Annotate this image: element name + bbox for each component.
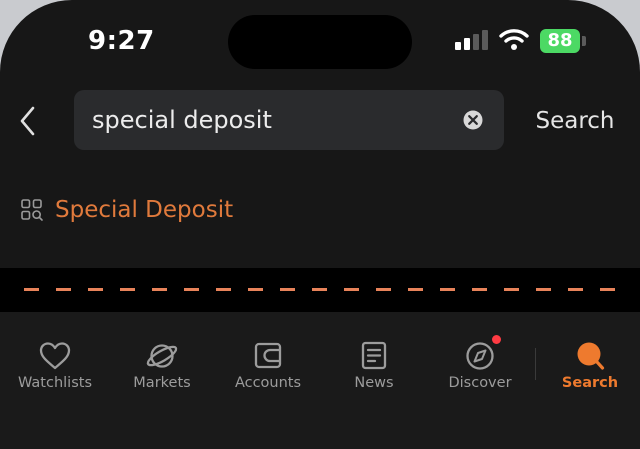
tab-label: Discover (448, 375, 512, 391)
phone-screen: 9:27 88 Search (0, 0, 640, 449)
search-input[interactable] (92, 90, 452, 150)
tab-label: Watchlists (18, 375, 92, 391)
search-box (74, 90, 504, 150)
battery-icon: 88 (540, 29, 580, 53)
battery-nub (582, 36, 586, 46)
tab-label: Accounts (234, 375, 302, 391)
signal-icon (455, 30, 491, 52)
battery-percent: 88 (547, 30, 573, 51)
search-icon (577, 342, 605, 370)
bottom-tab-bar: Watchlists Markets Accounts News Discove… (0, 312, 640, 449)
dashed-divider (24, 288, 620, 291)
tab-search[interactable]: Search (540, 340, 640, 400)
promo-banner (0, 268, 640, 312)
suggestion-item[interactable]: Special Deposit (20, 191, 620, 229)
tab-accounts[interactable]: Accounts (218, 340, 318, 400)
clear-circle-icon (463, 110, 483, 130)
chevron-left-icon (20, 106, 35, 136)
tab-label: Search (561, 375, 619, 391)
tab-discover[interactable]: Discover (430, 340, 530, 400)
document-icon (361, 341, 387, 370)
tab-news[interactable]: News (324, 340, 424, 400)
grid-search-icon (21, 199, 43, 221)
tab-divider (535, 348, 536, 380)
heart-icon (39, 342, 71, 370)
search-submit-button[interactable]: Search (528, 104, 622, 138)
suggestion-label: Special Deposit (55, 197, 234, 223)
notification-dot (492, 335, 501, 344)
tab-watchlists[interactable]: Watchlists (5, 340, 105, 400)
dynamic-island (228, 15, 412, 69)
planet-icon (146, 344, 178, 368)
tab-label: News (354, 375, 394, 391)
status-bar: 9:27 88 (0, 0, 640, 84)
compass-icon (466, 342, 494, 370)
wifi-icon (499, 29, 529, 50)
back-button[interactable] (14, 104, 44, 138)
clear-search-button[interactable] (462, 109, 484, 131)
status-time: 9:27 (88, 26, 155, 56)
tab-label: Markets (133, 375, 191, 391)
tab-markets[interactable]: Markets (112, 340, 212, 400)
wallet-icon (254, 342, 282, 369)
